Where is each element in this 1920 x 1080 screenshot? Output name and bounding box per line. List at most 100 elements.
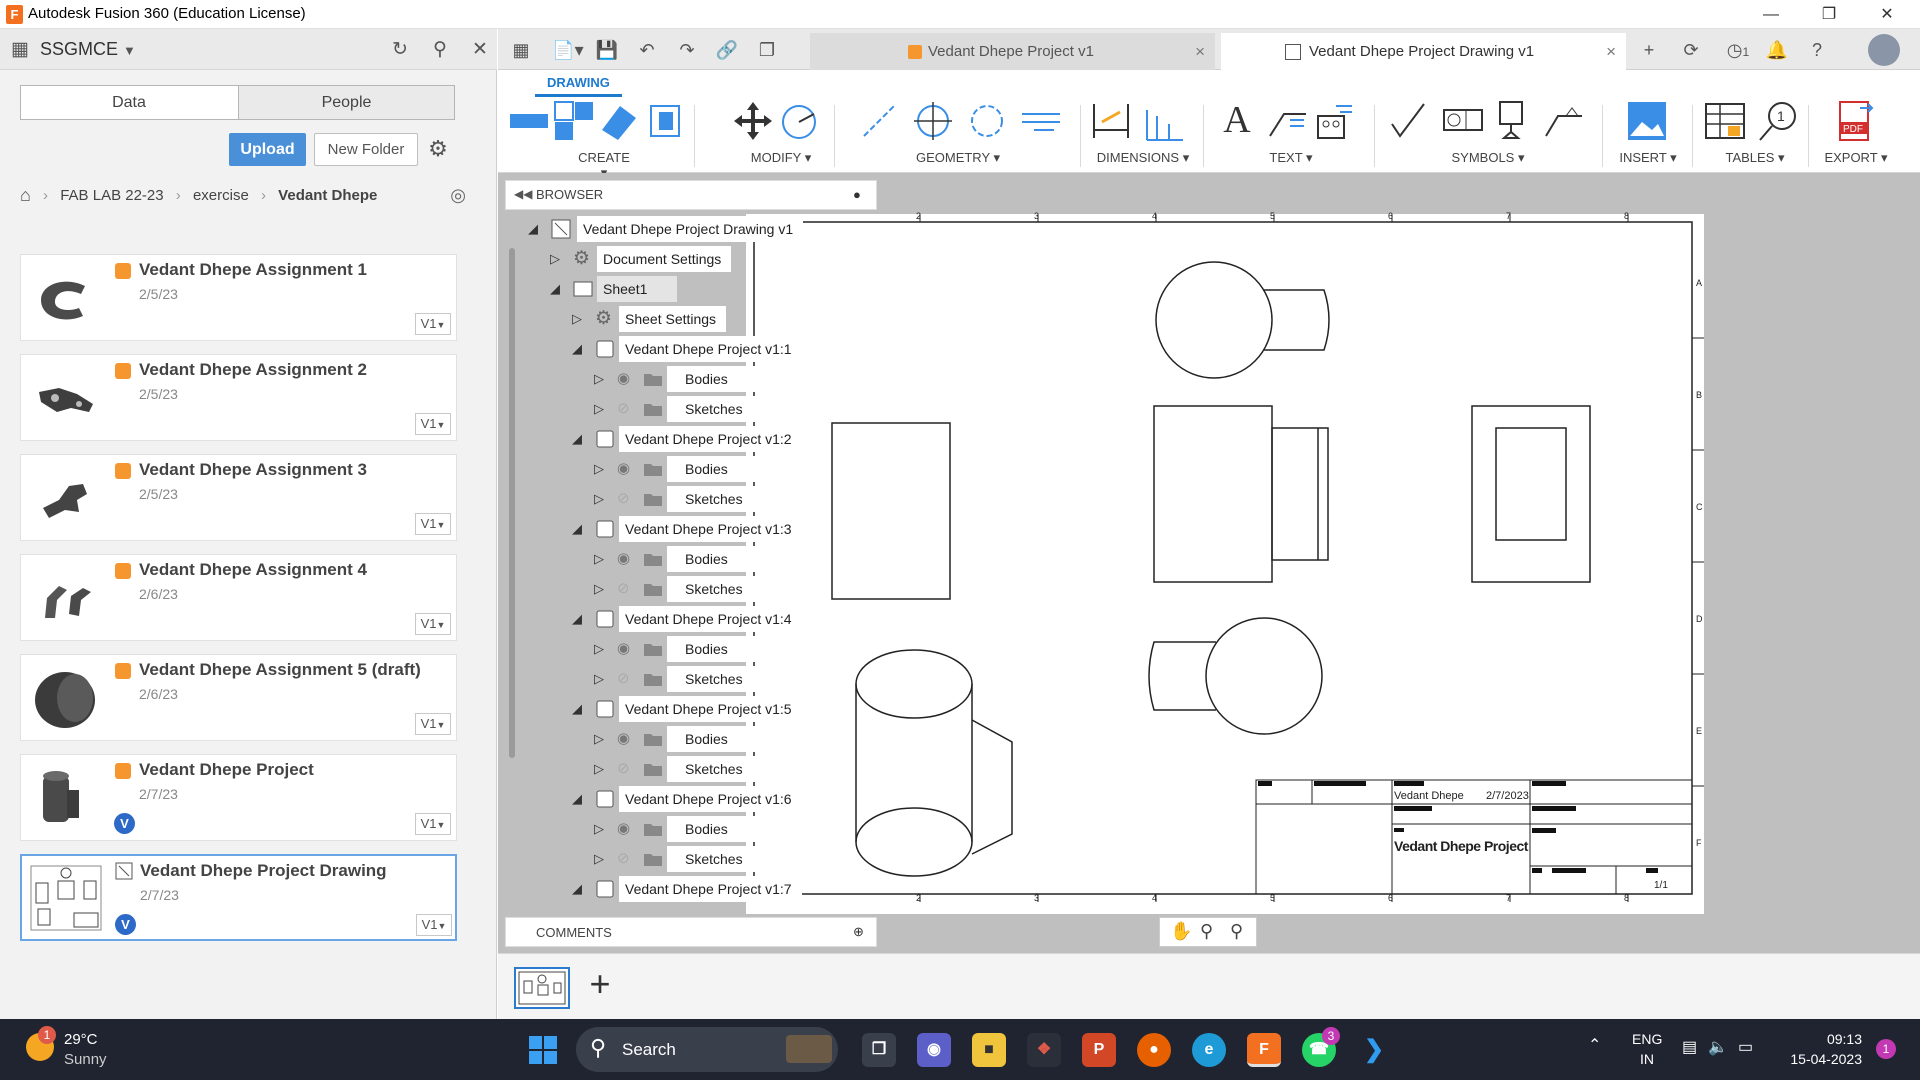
eye-hidden-icon[interactable]: ⊘ [617, 849, 637, 869]
language-line2[interactable]: IN [1632, 1051, 1662, 1067]
file-explorer-icon[interactable]: ■ [972, 1033, 1006, 1067]
ordinate-dimension-icon[interactable] [1143, 100, 1185, 142]
version-dropdown[interactable]: V1▼ [415, 713, 451, 735]
expand-triangle-icon[interactable]: ▷ [591, 850, 607, 868]
undo-icon[interactable]: ↶ [634, 37, 660, 63]
job-status-icon[interactable]: ◷1 [1718, 37, 1758, 63]
redo-icon[interactable]: ↷ [674, 37, 700, 63]
pan-icon[interactable]: ✋ [1170, 921, 1192, 942]
leader-icon[interactable] [1266, 100, 1308, 142]
weather-desc[interactable]: Sunny [64, 1051, 107, 1068]
team-grid-icon[interactable]: ▦ [8, 38, 32, 62]
browser-row-view[interactable]: ◢ Vedant Dhepe Project v1:1 [505, 336, 805, 362]
centerline-icon[interactable] [858, 100, 900, 142]
collapse-triangle-icon[interactable]: ◢ [569, 520, 585, 538]
search-icon[interactable]: ⚲ [428, 38, 452, 62]
fusion-360-taskbar-icon[interactable]: F [1247, 1033, 1281, 1067]
eye-icon[interactable]: ◉ [617, 459, 637, 479]
network-icon[interactable]: ▤ [1682, 1037, 1697, 1057]
base-view-icon[interactable] [508, 100, 550, 142]
notifications-icon[interactable]: 🔔 [1764, 37, 1790, 63]
version-dropdown[interactable]: V1▼ [415, 813, 451, 835]
breadcrumb-item[interactable]: FAB LAB 22-23 [60, 187, 163, 204]
file-card[interactable]: Vedant Dhepe Assignment 4 2/6/23 V1▼ [20, 554, 457, 641]
expand-triangle-icon[interactable]: ▷ [591, 550, 607, 568]
version-dropdown[interactable]: V1▼ [415, 613, 451, 635]
close-panel-icon[interactable]: ✕ [468, 38, 492, 62]
text-icon[interactable]: A [1216, 98, 1258, 141]
collapse-triangle-icon[interactable]: ◢ [569, 340, 585, 358]
gear-icon[interactable]: ⚙ [424, 135, 452, 163]
link-icon[interactable]: 🔗 [714, 37, 740, 63]
eye-hidden-icon[interactable]: ⊘ [617, 489, 637, 509]
app-grid-icon[interactable]: ▦ [508, 37, 534, 63]
tab-data[interactable]: Data [21, 86, 237, 119]
minimize-button[interactable]: — [1742, 0, 1800, 29]
chevron-up-icon[interactable]: ⌃ [1588, 1035, 1601, 1055]
browser-row-view[interactable]: ◢ Vedant Dhepe Project v1:5 [505, 696, 805, 722]
sheet-thumbnail[interactable] [514, 967, 570, 1009]
table-icon[interactable] [1704, 100, 1746, 142]
add-sheet-button[interactable]: + [580, 964, 620, 1004]
collapse-triangle-icon[interactable]: ◢ [569, 790, 585, 808]
version-dropdown[interactable]: V1▼ [415, 313, 451, 335]
browser-row-bodies[interactable]: ▷ ◉ Bodies [505, 366, 805, 392]
expand-triangle-icon[interactable]: ▷ [591, 820, 607, 838]
eye-icon[interactable]: ◉ [617, 819, 637, 839]
expand-triangle-icon[interactable]: ▷ [591, 670, 607, 688]
copy-icon[interactable]: ❐ [754, 37, 780, 63]
browser-row-bodies[interactable]: ▷ ◉ Bodies [505, 636, 805, 662]
center-mark-pattern-icon[interactable] [966, 100, 1008, 142]
expand-triangle-icon[interactable]: ▷ [591, 580, 607, 598]
file-card-selected[interactable]: Vedant Dhepe Project Drawing 2/7/23 V V1… [20, 854, 457, 941]
center-mark-icon[interactable] [912, 100, 954, 142]
browser-row-bodies[interactable]: ▷ ◉ Bodies [505, 546, 805, 572]
upload-button[interactable]: Upload [229, 133, 306, 166]
projected-view-icon[interactable] [553, 100, 595, 142]
collapse-triangle-icon[interactable]: ◢ [569, 880, 585, 898]
group-export[interactable]: EXPORT ▾ [1816, 150, 1896, 166]
zoom-window-icon[interactable]: ⚲ [1230, 921, 1243, 942]
extensions-icon[interactable]: ⟳ [1678, 37, 1704, 63]
tab-people[interactable]: People [238, 86, 454, 119]
expand-triangle-icon[interactable]: ▷ [591, 490, 607, 508]
surface-texture-icon[interactable] [1388, 100, 1430, 142]
feature-control-frame-icon[interactable] [1442, 100, 1484, 142]
browser-row-sheet-settings[interactable]: ▷ ⚙ Sheet Settings [505, 306, 805, 332]
datum-identifier-icon[interactable] [1492, 100, 1534, 142]
collapse-triangle-icon[interactable]: ◢ [569, 610, 585, 628]
group-insert[interactable]: INSERT ▾ [1608, 150, 1688, 166]
weld-symbol-icon[interactable] [1542, 100, 1584, 142]
add-comment-icon[interactable]: ⊕ [853, 924, 864, 940]
browser-row-document-settings[interactable]: ▷ ⚙ Document Settings [505, 246, 805, 272]
file-card[interactable]: Vedant Dhepe Assignment 5 (draft) 2/6/23… [20, 654, 457, 741]
balloon-icon[interactable] [1312, 100, 1354, 142]
clock-time[interactable]: 09:13 [1782, 1031, 1862, 1047]
balloon-number-icon[interactable]: 1 [1756, 100, 1798, 142]
browser-row-sketches[interactable]: ▷ ⊘ Sketches [505, 846, 805, 872]
browser-row-view[interactable]: ◢ Vedant Dhepe Project v1:3 [505, 516, 805, 542]
volume-icon[interactable]: 🔈 [1708, 1037, 1728, 1057]
browser-row-sheet[interactable]: ◢ Sheet1 [505, 276, 805, 302]
restore-button[interactable]: ❐ [1800, 0, 1858, 29]
browser-header[interactable]: ◀◀ BROWSER ● [505, 180, 877, 210]
group-symbols[interactable]: SYMBOLS ▾ [1438, 150, 1538, 166]
file-card[interactable]: Vedant Dhepe Assignment 1 2/5/23 V1▼ [20, 254, 457, 341]
firefox-icon[interactable]: ● [1137, 1033, 1171, 1067]
tab-drawing[interactable]: DRAWING [535, 73, 622, 97]
browser-row-bodies[interactable]: ▷ ◉ Bodies [505, 816, 805, 842]
expand-triangle-icon[interactable]: ▷ [569, 310, 585, 328]
notification-count[interactable]: 1 [1876, 1039, 1896, 1059]
version-dropdown[interactable]: V1▼ [416, 914, 452, 936]
detail-view-icon[interactable] [643, 100, 685, 142]
eye-hidden-icon[interactable]: ⊘ [617, 759, 637, 779]
expand-triangle-icon[interactable]: ▷ [591, 760, 607, 778]
insert-image-icon[interactable] [1626, 100, 1668, 142]
avatar[interactable] [1868, 34, 1900, 66]
edge-extension-icon[interactable] [1020, 100, 1062, 142]
browser-row-view[interactable]: ◢ Vedant Dhepe Project v1:4 [505, 606, 805, 632]
close-tab-icon[interactable]: × [1195, 33, 1205, 70]
file-card[interactable]: Vedant Dhepe Assignment 2 2/5/23 V1▼ [20, 354, 457, 441]
windows-start-icon[interactable] [528, 1035, 558, 1065]
refresh-icon[interactable]: ↻ [388, 38, 412, 62]
